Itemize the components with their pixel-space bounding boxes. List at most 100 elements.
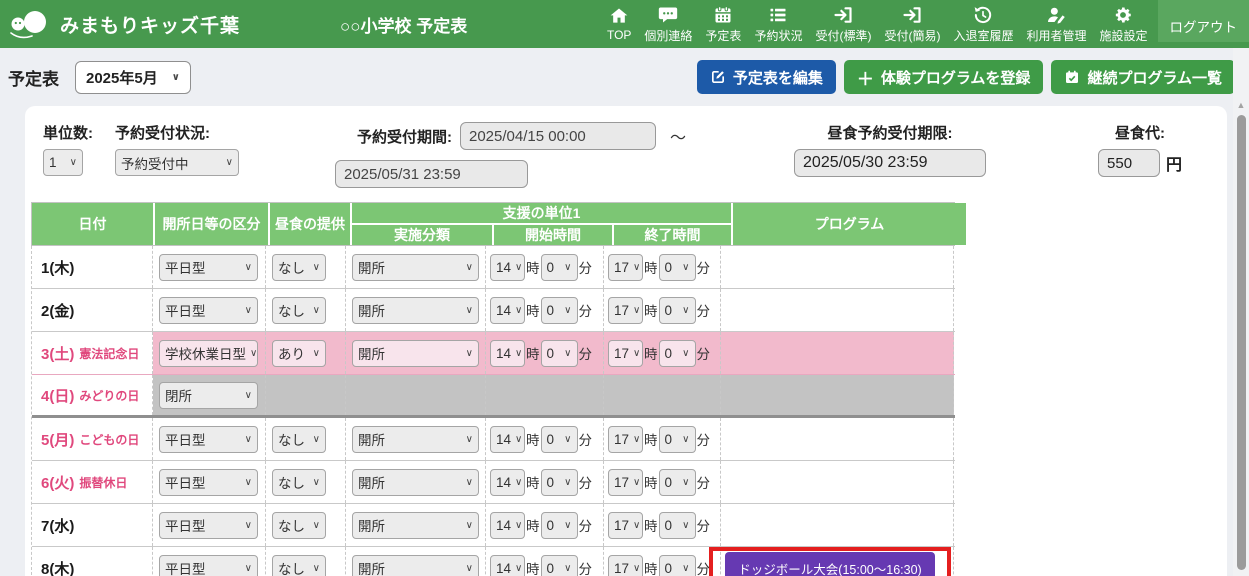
- end-minute-select[interactable]: 0∨: [659, 340, 696, 367]
- reservation-period-start-input[interactable]: [460, 122, 656, 150]
- nav-item-reception-standard[interactable]: 受付(標準): [815, 5, 871, 44]
- chevron-down-icon: ∨: [250, 348, 257, 359]
- end-minute-select[interactable]: 0∨: [659, 297, 696, 324]
- start-minute-select[interactable]: 0∨: [541, 469, 578, 496]
- nav-item-user-management[interactable]: 利用者管理: [1026, 5, 1086, 44]
- edit-schedule-button[interactable]: 予定表を編集: [697, 60, 836, 94]
- program-button[interactable]: ドッジボール大会(15:00〜16:30): [725, 552, 934, 576]
- end-minute-select[interactable]: 0∨: [659, 426, 696, 453]
- end-hour-select[interactable]: 17∨: [608, 555, 643, 576]
- impl-select[interactable]: 開所∨: [352, 254, 479, 281]
- lunch-cell: [266, 375, 346, 415]
- date-label: 7(水): [41, 515, 74, 536]
- start-hour-select[interactable]: 14∨: [490, 297, 525, 324]
- nav-item-facility-settings[interactable]: 施設設定: [1099, 5, 1147, 44]
- end-minute-select[interactable]: 0∨: [659, 512, 696, 539]
- category-select[interactable]: 平日型∨: [159, 469, 258, 496]
- month-select[interactable]: 2025年5月 ∨: [75, 61, 191, 94]
- lunch-deadline-input[interactable]: [794, 149, 986, 177]
- nav-item-reception-simple[interactable]: 受付(簡易): [884, 5, 940, 44]
- units-select[interactable]: 1 ∨: [43, 149, 83, 176]
- register-trial-program-label: 体験プログラムを登録: [881, 67, 1031, 88]
- nav-item-entry-exit-history[interactable]: 入退室履歴: [953, 5, 1013, 44]
- category-select[interactable]: 閉所 ∨: [159, 382, 258, 409]
- impl-select[interactable]: 開所∨: [352, 297, 479, 324]
- start-hour-select[interactable]: 14∨: [490, 426, 525, 453]
- scrollbar-thumb[interactable]: [1237, 115, 1246, 570]
- date-cell: 8(木): [32, 547, 153, 576]
- scrollbar[interactable]: ▲: [1233, 48, 1249, 576]
- register-trial-program-button[interactable]: ＋ 体験プログラムを登録: [844, 60, 1044, 94]
- end-hour-select[interactable]: 17∨: [608, 426, 643, 453]
- start-minute-select[interactable]: 0∨: [541, 340, 578, 367]
- category-select[interactable]: 学校休業日型∨: [159, 340, 258, 367]
- start-hour-select[interactable]: 14∨: [490, 555, 525, 576]
- nav-item-label: 施設設定: [1099, 27, 1147, 44]
- end-hour-select[interactable]: 17∨: [608, 469, 643, 496]
- nav-item-top[interactable]: TOP: [607, 6, 631, 42]
- lunch-select[interactable]: なし∨: [272, 297, 326, 324]
- continued-program-list-button[interactable]: 継続プログラム一覧: [1051, 60, 1235, 94]
- chevron-down-icon: ∨: [564, 305, 571, 316]
- start-hour-select[interactable]: 14∨: [490, 340, 525, 367]
- impl-select[interactable]: 開所∨: [352, 426, 479, 453]
- impl-cell: 開所∨: [346, 246, 486, 288]
- start-minute-select[interactable]: 0∨: [541, 254, 578, 281]
- end-minute-select[interactable]: 0∨: [659, 469, 696, 496]
- lunch-select[interactable]: なし∨: [272, 469, 326, 496]
- nav-item-schedule[interactable]: 予定表: [705, 5, 741, 44]
- start-hour-select[interactable]: 14∨: [490, 254, 525, 281]
- category-select[interactable]: 平日型∨: [159, 512, 258, 539]
- impl-select-value: 開所: [358, 472, 385, 492]
- impl-select[interactable]: 開所∨: [352, 512, 479, 539]
- impl-select[interactable]: 開所∨: [352, 469, 479, 496]
- header-program: プログラム: [733, 203, 966, 245]
- category-select[interactable]: 平日型∨: [159, 426, 258, 453]
- end-minute-select[interactable]: 0∨: [659, 555, 696, 576]
- lunch-select[interactable]: なし∨: [272, 254, 326, 281]
- scroll-up-arrow[interactable]: ▲: [1233, 100, 1249, 110]
- lunch-select[interactable]: なし∨: [272, 512, 326, 539]
- category-select[interactable]: 平日型∨: [159, 254, 258, 281]
- end-time-cell: 17∨時0∨分: [604, 332, 721, 374]
- reservation-status-select[interactable]: 予約受付中 ∨: [115, 149, 239, 176]
- end-hour-select[interactable]: 17∨: [608, 254, 643, 281]
- chevron-down-icon: ∨: [245, 390, 252, 401]
- end-hour-select[interactable]: 17∨: [608, 340, 643, 367]
- category-select[interactable]: 平日型∨: [159, 555, 258, 576]
- impl-select[interactable]: 開所∨: [352, 555, 479, 576]
- category-select-value: 閉所: [165, 385, 192, 405]
- chevron-down-icon: ∨: [682, 434, 689, 445]
- logo[interactable]: みまもりキッズ千葉: [8, 9, 240, 39]
- nav-item-reservation-status[interactable]: 予約状況: [754, 5, 802, 44]
- nav-item-individual-contact[interactable]: 個別連絡: [644, 5, 692, 44]
- lunch-select[interactable]: なし∨: [272, 555, 326, 576]
- reservation-period-end-input[interactable]: [335, 160, 528, 188]
- start-minute-select[interactable]: 0∨: [541, 512, 578, 539]
- logout-button[interactable]: ログアウト: [1158, 0, 1249, 42]
- start-minute-select[interactable]: 0∨: [541, 555, 578, 576]
- start-minute-select[interactable]: 0∨: [541, 426, 578, 453]
- start-minute-select[interactable]: 0∨: [541, 297, 578, 324]
- impl-select[interactable]: 開所∨: [352, 340, 479, 367]
- lunch-select[interactable]: あり∨: [272, 340, 326, 367]
- end-hour-select[interactable]: 17∨: [608, 512, 643, 539]
- lunch-select[interactable]: なし∨: [272, 426, 326, 453]
- chevron-down-icon: ∨: [564, 348, 571, 359]
- hour-suffix-label: 時: [526, 343, 540, 363]
- end-hour-select[interactable]: 17∨: [608, 297, 643, 324]
- end-minute-select[interactable]: 0∨: [659, 254, 696, 281]
- user-edit-icon: [1046, 5, 1066, 25]
- chevron-down-icon: ∨: [633, 348, 640, 359]
- category-select[interactable]: 平日型∨: [159, 297, 258, 324]
- start-hour-select[interactable]: 14∨: [490, 512, 525, 539]
- start-hour-select[interactable]: 14∨: [490, 469, 525, 496]
- lunch-fee-input[interactable]: [1098, 149, 1160, 177]
- chevron-down-icon: ∨: [313, 477, 320, 488]
- table-body: 1(木)平日型∨なし∨開所∨14∨時0∨分17∨時0∨分2(金)平日型∨なし∨開…: [31, 246, 955, 576]
- chevron-down-icon: ∨: [515, 520, 522, 531]
- impl-cell: 開所∨: [346, 504, 486, 546]
- date-cell: 1(木): [32, 246, 153, 288]
- edit-schedule-label: 予定表を編集: [733, 67, 823, 88]
- start-minute-select-value: 0: [547, 346, 555, 361]
